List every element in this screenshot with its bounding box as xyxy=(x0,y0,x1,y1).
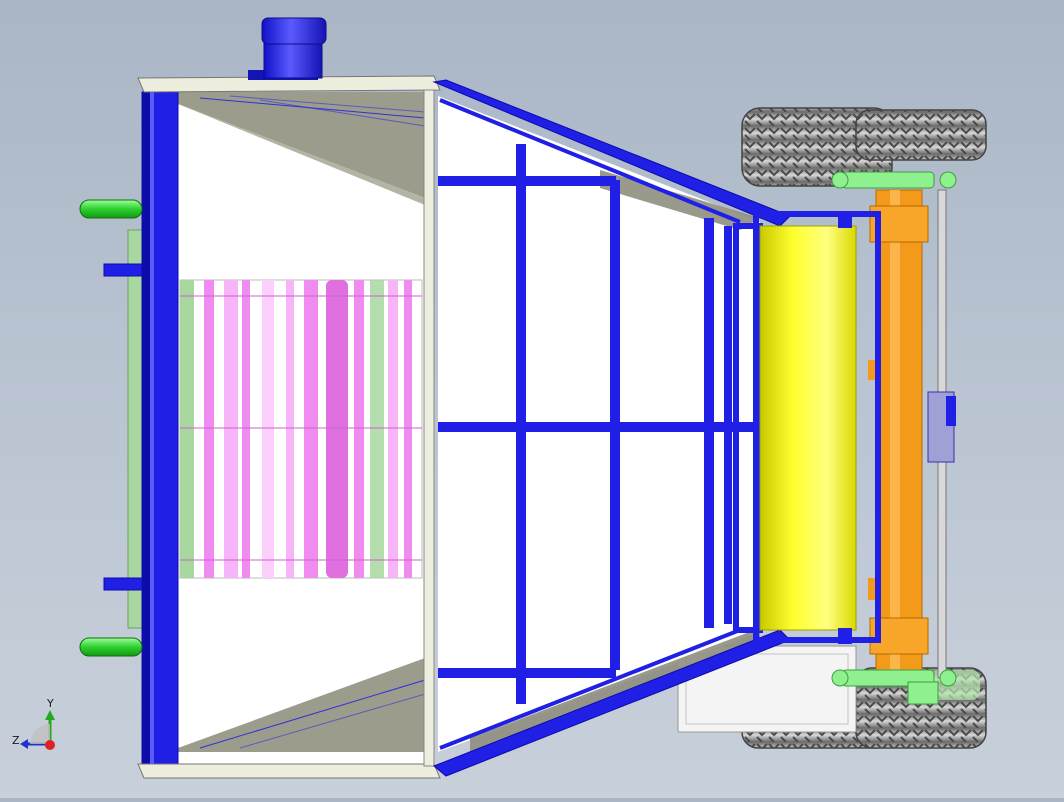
box-bottom-rail xyxy=(137,763,441,779)
bracket-top-ball-right xyxy=(939,171,957,189)
center-hub-blue xyxy=(946,396,956,426)
filter-band-4 xyxy=(262,280,274,578)
hopper-bar-bottom xyxy=(438,668,616,678)
bracket-left-upper xyxy=(103,263,143,277)
hopper-post-4 xyxy=(724,226,732,624)
filter-band-10 xyxy=(404,280,412,578)
bracket-bottom-ball-left xyxy=(831,669,849,687)
bracket-left-lower xyxy=(103,577,143,591)
axle-beam-highlight xyxy=(890,190,900,682)
intake-pipe-top[interactable] xyxy=(79,199,143,219)
filter-band-7 xyxy=(326,280,348,578)
triad-z-label: Z xyxy=(12,734,20,747)
motor-housing[interactable] xyxy=(248,17,327,80)
filter-band-9 xyxy=(388,280,398,578)
filter-band-3 xyxy=(242,280,250,578)
filter-green-strip-right xyxy=(370,280,384,578)
model-canvas[interactable] xyxy=(0,0,1064,798)
filter-band-2 xyxy=(224,280,238,578)
filter-band-6 xyxy=(304,280,318,578)
intake-pipe-bottom[interactable] xyxy=(79,637,143,657)
bracket-bottom-ball-right xyxy=(939,669,957,687)
left-vertical-beam-highlight xyxy=(150,92,154,764)
filter-band-1 xyxy=(204,280,214,578)
hopper-post-2 xyxy=(610,180,620,670)
hopper-post-1 xyxy=(516,144,526,704)
roller-end-cap-bottom xyxy=(838,628,852,644)
left-green-panel xyxy=(127,229,143,629)
filter-green-strip-left xyxy=(180,280,194,578)
bracket-top xyxy=(841,171,935,189)
filter-screen[interactable] xyxy=(179,279,423,579)
filter-band-8 xyxy=(354,280,364,578)
left-vertical-beam-shadow xyxy=(142,92,150,764)
bracket-top-ball-left xyxy=(831,171,849,189)
cad-viewport[interactable]: Y Z xyxy=(0,0,1064,798)
triad-y-arrow xyxy=(45,710,55,720)
view-triad xyxy=(20,710,55,750)
triad-y-label: Y xyxy=(47,697,54,710)
wheel-top-front[interactable] xyxy=(855,109,987,161)
filter-band-5 xyxy=(286,280,294,578)
motor-cap[interactable] xyxy=(261,17,327,45)
hopper-bar-top xyxy=(438,176,616,186)
triad-x-axis xyxy=(45,740,55,750)
triad-z-arrow xyxy=(20,739,28,749)
bracket-green-block xyxy=(907,681,939,705)
roller-cylinder[interactable] xyxy=(759,225,857,631)
feed-roller[interactable] xyxy=(753,211,881,644)
roller-end-cap-top xyxy=(838,212,852,228)
box-right-edge xyxy=(423,89,435,767)
hopper-post-3 xyxy=(704,218,714,628)
filter-screen-base xyxy=(179,279,423,579)
